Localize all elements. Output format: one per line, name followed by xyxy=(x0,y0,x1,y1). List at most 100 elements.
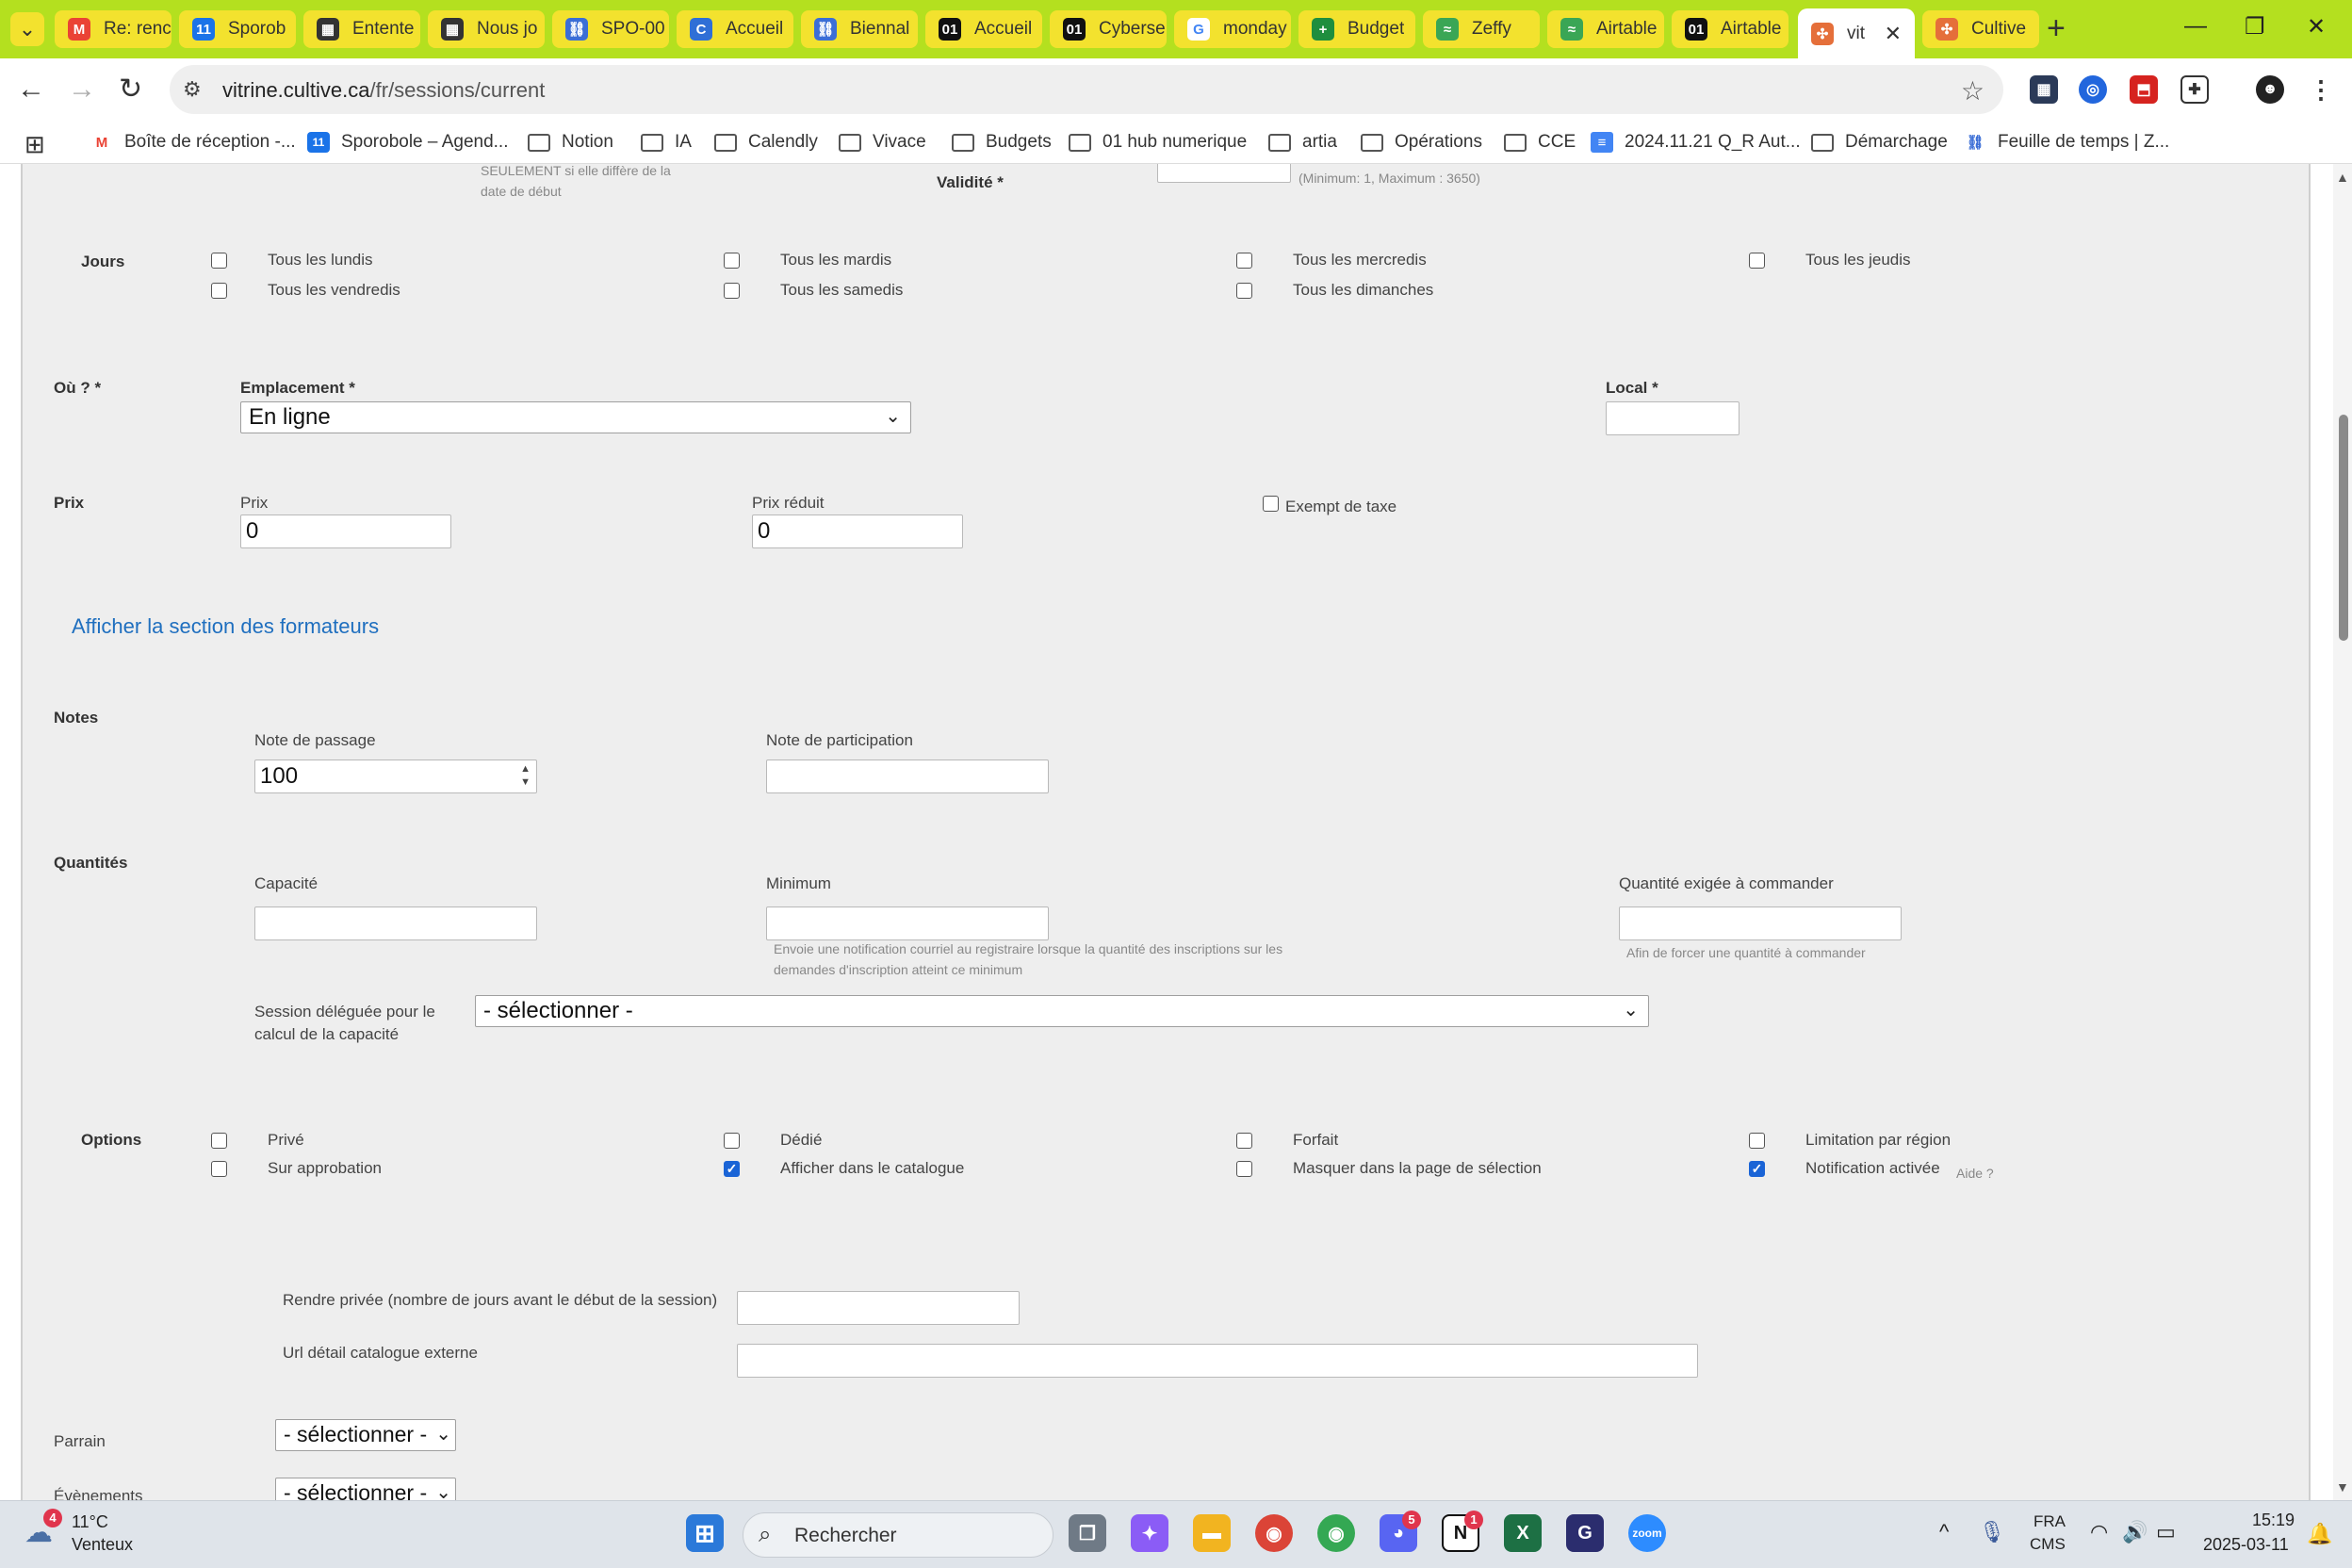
tab-1[interactable]: 11 Sporob xyxy=(179,10,296,48)
jour-checkbox-4[interactable] xyxy=(211,283,227,299)
profile-avatar[interactable]: ☻ xyxy=(2256,75,2284,104)
afficher-formateurs-link[interactable]: Afficher la section des formateurs xyxy=(72,614,379,639)
option-checkbox-0[interactable] xyxy=(211,1133,227,1149)
bookmark-item[interactable]: 01 hub numerique xyxy=(1069,129,1247,155)
aide-link[interactable]: Aide ? xyxy=(1956,1163,1994,1184)
back-icon[interactable]: ← xyxy=(17,74,45,106)
evenements-select[interactable]: - sélectionner - ⌄ xyxy=(275,1478,456,1500)
option-checkbox-3[interactable] xyxy=(1749,1133,1765,1149)
taskbar-search[interactable]: ⌕ Rechercher xyxy=(743,1512,1054,1558)
scroll-up-icon[interactable]: ▲ xyxy=(2336,170,2349,185)
bookmark-item[interactable]: Vivace xyxy=(839,129,926,155)
menu-kebab-icon[interactable]: ⋮ xyxy=(2307,75,2335,104)
language-sub[interactable]: CMS xyxy=(2030,1535,2066,1554)
tab-8[interactable]: 01 Cyberse xyxy=(1050,10,1167,48)
tab-10[interactable]: + Budget xyxy=(1298,10,1415,48)
parrain-select[interactable]: - sélectionner - ⌄ xyxy=(275,1419,456,1451)
tab-0[interactable]: M Re: renc xyxy=(55,10,172,48)
bookmark-item[interactable]: Budgets xyxy=(952,129,1052,155)
tab-4[interactable]: ⛓ SPO-00 xyxy=(552,10,669,48)
jour-checkbox-0[interactable] xyxy=(211,253,227,269)
extension-calendar-icon[interactable]: ▦ xyxy=(2030,75,2058,104)
page-scrollbar[interactable]: ▲ ▼ xyxy=(2333,164,2352,1500)
weather-temp[interactable]: 11°C xyxy=(72,1512,108,1532)
close-tab-icon[interactable]: ✕ xyxy=(1885,22,1902,46)
wifi-icon[interactable]: ◠ xyxy=(2090,1520,2108,1544)
validite-input[interactable] xyxy=(1157,164,1291,183)
battery-icon[interactable]: ▭ xyxy=(2156,1520,2176,1544)
jour-checkbox-2[interactable] xyxy=(1236,253,1252,269)
tab-2[interactable]: ▦ Entente xyxy=(303,10,420,48)
jour-checkbox-5[interactable] xyxy=(724,283,740,299)
clock-date[interactable]: 2025-03-11 xyxy=(2203,1535,2289,1555)
language-indicator[interactable]: FRA xyxy=(2034,1512,2066,1531)
bookmark-item[interactable]: ⛓ Feuille de temps | Z... xyxy=(1964,129,2169,155)
tab-11[interactable]: ≈ Zeffy xyxy=(1423,10,1540,48)
bookmark-item[interactable]: Calendly xyxy=(714,129,818,155)
excel-icon[interactable]: X xyxy=(1504,1514,1542,1552)
reload-icon[interactable]: ↻ xyxy=(119,74,142,106)
emplacement-select[interactable]: En ligne ⌄ xyxy=(240,401,911,433)
chevron-up-icon[interactable]: ^ xyxy=(1939,1520,1949,1544)
scrollbar-thumb[interactable] xyxy=(2339,415,2348,641)
address-bar[interactable]: ⚙ vitrine.cultive.ca/fr/sessions/current… xyxy=(170,65,2003,114)
url-externe-input[interactable] xyxy=(737,1344,1698,1378)
capacite-input[interactable] xyxy=(254,906,537,940)
apps-grid-icon[interactable]: ⊞ xyxy=(24,130,45,159)
scroll-down-icon[interactable]: ▼ xyxy=(2336,1479,2349,1494)
exempt-taxe-checkbox[interactable] xyxy=(1263,496,1279,512)
site-settings-icon[interactable]: ⚙ xyxy=(183,77,202,102)
new-tab-button[interactable]: + xyxy=(2047,11,2066,45)
volume-icon[interactable]: 🔊 xyxy=(2122,1520,2148,1544)
prix-input[interactable]: 0 xyxy=(240,514,451,548)
qte-exigee-input[interactable] xyxy=(1619,906,1902,940)
bookmark-item[interactable]: 11 Sporobole – Agend... xyxy=(307,129,508,155)
option-checkbox-6[interactable] xyxy=(1236,1161,1252,1177)
stepper-arrows-icon[interactable]: ▲ ▼ xyxy=(520,762,531,789)
app-g-icon[interactable]: G xyxy=(1566,1514,1604,1552)
note-participation-input[interactable] xyxy=(766,760,1049,793)
tab-7[interactable]: 01 Accueil xyxy=(925,10,1042,48)
prix-reduit-input[interactable]: 0 xyxy=(752,514,963,548)
bookmark-item[interactable]: ≡ 2024.11.21 Q_R Aut... xyxy=(1591,129,1801,155)
jour-checkbox-3[interactable] xyxy=(1749,253,1765,269)
option-checkbox-1[interactable] xyxy=(724,1133,740,1149)
tab-13[interactable]: 01 Airtable xyxy=(1672,10,1788,48)
copilot-icon[interactable]: ✦ xyxy=(1131,1514,1168,1552)
weather-desc[interactable]: Venteux xyxy=(72,1535,133,1555)
bookmark-item[interactable]: artia xyxy=(1268,129,1337,155)
bookmark-item[interactable]: IA xyxy=(641,129,692,155)
tab-5[interactable]: C Accueil xyxy=(677,10,793,48)
close-window-icon[interactable]: ✕ xyxy=(2307,13,2326,41)
task-view-icon[interactable]: ❐ xyxy=(1069,1514,1106,1552)
tab-14[interactable]: ✣ vit ✕ xyxy=(1798,8,1915,58)
zoom-icon[interactable]: zoom xyxy=(1628,1514,1666,1552)
note-passage-input[interactable]: 100 ▲ ▼ xyxy=(254,760,537,793)
tab-12[interactable]: ≈ Airtable xyxy=(1547,10,1664,48)
windows-start-icon[interactable]: ⊞ xyxy=(686,1514,724,1552)
option-checkbox-5[interactable]: ✓ xyxy=(724,1161,740,1177)
extension-circle-icon[interactable]: ◎ xyxy=(2079,75,2107,104)
bookmark-item[interactable]: M Boîte de réception -... xyxy=(90,129,296,155)
chrome-icon[interactable]: ◉ xyxy=(1255,1514,1293,1552)
option-checkbox-2[interactable] xyxy=(1236,1133,1252,1149)
local-input[interactable] xyxy=(1606,401,1740,435)
jour-checkbox-1[interactable] xyxy=(724,253,740,269)
tab-3[interactable]: ▦ Nous jo xyxy=(428,10,545,48)
minimum-input[interactable] xyxy=(766,906,1049,940)
tab-search-button[interactable]: ⌄ xyxy=(10,12,44,46)
forward-icon[interactable]: → xyxy=(68,74,96,106)
bookmark-item[interactable]: Opérations xyxy=(1361,129,1482,155)
restore-icon[interactable]: ❐ xyxy=(2245,13,2265,41)
option-checkbox-4[interactable] xyxy=(211,1161,227,1177)
bookmark-item[interactable]: Notion xyxy=(528,129,613,155)
tab-9[interactable]: Gmonday xyxy=(1174,10,1291,48)
bookmark-star-icon[interactable]: ☆ xyxy=(1961,75,1984,106)
clock-time[interactable]: 15:19 xyxy=(2252,1511,2295,1530)
bookmark-item[interactable]: CCE xyxy=(1504,129,1576,155)
tab-6[interactable]: ⛓ Biennal xyxy=(801,10,918,48)
tab-15[interactable]: ✣ Cultive xyxy=(1922,10,2039,48)
session-deleguee-select[interactable]: - sélectionner - ⌄ xyxy=(475,995,1649,1027)
notification-bell-icon[interactable]: 🔔 xyxy=(2307,1522,2332,1546)
minimize-icon[interactable]: — xyxy=(2184,13,2207,40)
